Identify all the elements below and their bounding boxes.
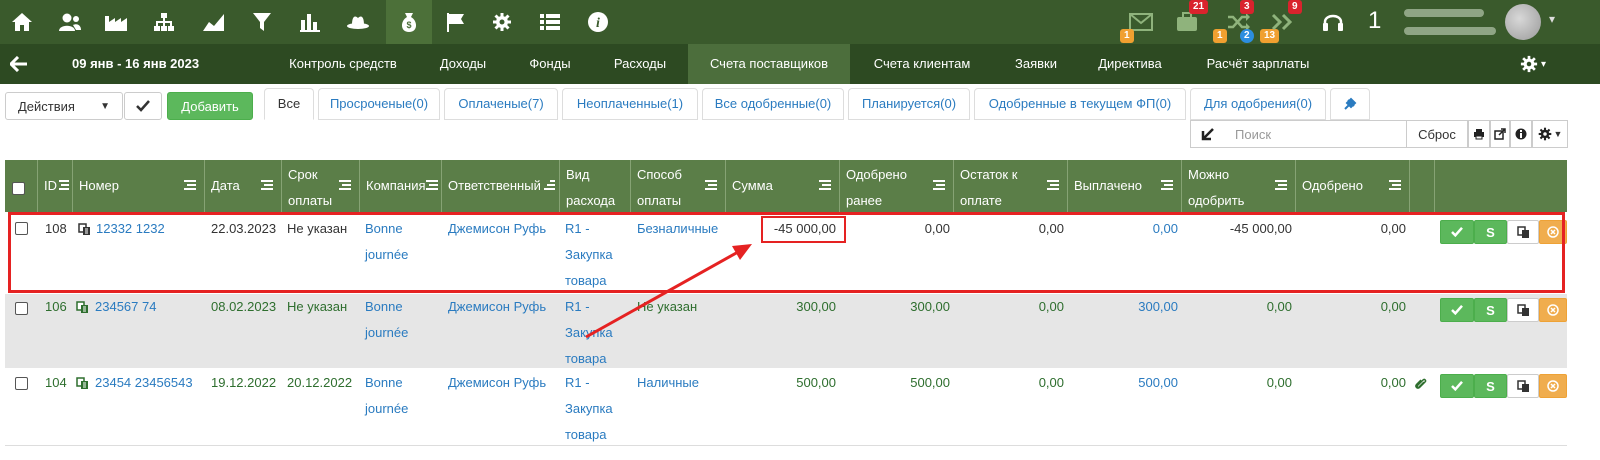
annotation-arrow	[585, 244, 752, 339]
